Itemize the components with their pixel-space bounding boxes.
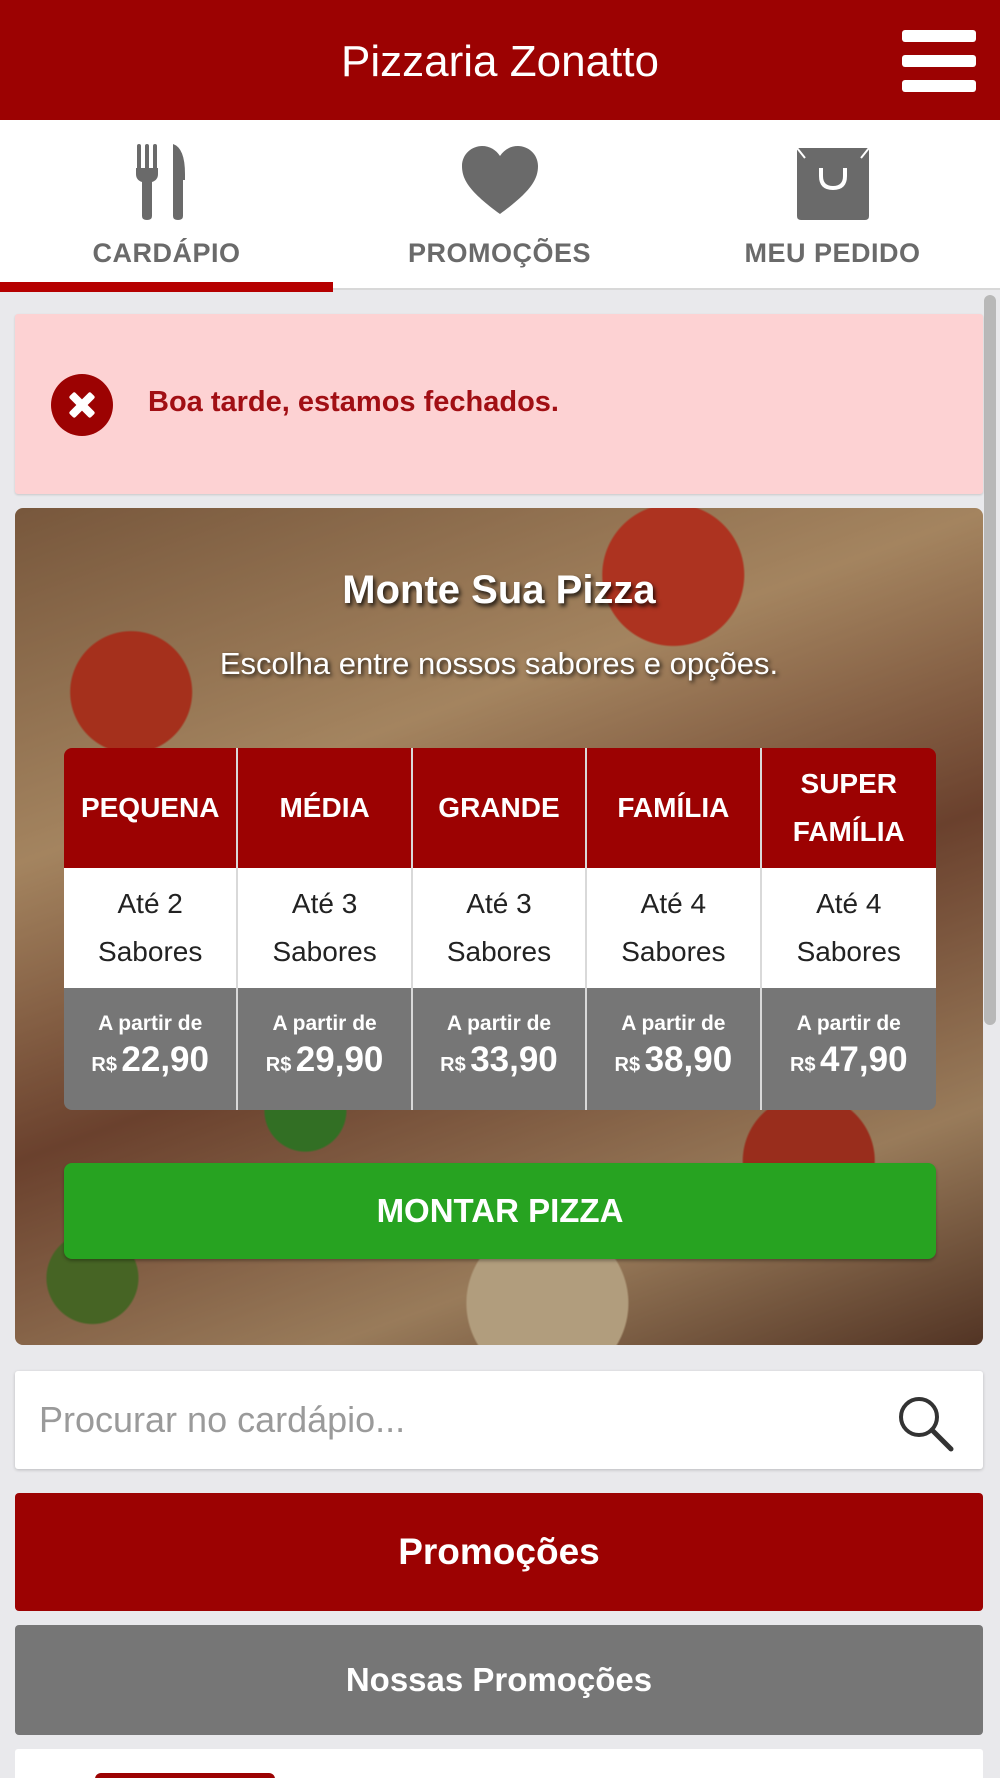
size-price: A partir de R$ 22,90 xyxy=(64,988,237,1110)
price-from-label: A partir de xyxy=(446,1012,552,1035)
builder-subtitle: Escolha entre nossos sabores e opções. xyxy=(219,646,779,681)
price-value: 22,90 xyxy=(121,1040,209,1079)
tab-label: MEU PEDIDO xyxy=(744,238,921,268)
currency: R$ xyxy=(265,1054,292,1076)
promocoes-section-header[interactable]: Promoções xyxy=(15,1493,983,1611)
price-value: 38,90 xyxy=(644,1040,733,1079)
size-option-super-familia[interactable]: SUPER FAMÍLIA Até 4 Sabores A partir de … xyxy=(761,748,936,1110)
size-flavors: Até 4 Sabores xyxy=(587,868,760,988)
price-value: 29,90 xyxy=(295,1040,384,1079)
nossas-promocoes-header[interactable]: Nossas Promoções xyxy=(15,1625,983,1735)
size-name: MÉDIA xyxy=(238,748,411,868)
menu-search xyxy=(15,1371,983,1469)
size-option-familia[interactable]: FAMÍLIA Até 4 Sabores A partir de R$ 38,… xyxy=(587,748,762,1110)
alert-message: Boa tarde, estamos fechados. xyxy=(148,386,559,418)
size-name: PEQUENA xyxy=(64,748,237,868)
promo-item-card[interactable] xyxy=(15,1749,983,1778)
size-price: A partir de R$ 33,90 xyxy=(412,988,586,1110)
montar-pizza-button[interactable]: MONTAR PIZZA xyxy=(64,1163,936,1259)
currency: R$ xyxy=(440,1054,466,1076)
size-flavors: Até 2 Sabores xyxy=(64,868,237,988)
currency: R$ xyxy=(789,1054,816,1076)
size-name: SUPER FAMÍLIA xyxy=(761,748,936,868)
size-option-pequena[interactable]: PEQUENA Até 2 Sabores A partir de R$ 22,… xyxy=(64,748,239,1110)
tab-cardapio[interactable]: CARDÁPIO xyxy=(0,120,333,292)
pizza-builder-card: Monte Sua Pizza Escolha entre nossos sab… xyxy=(15,508,983,1345)
size-name: GRANDE xyxy=(412,748,586,868)
shopping-bag-icon xyxy=(795,147,870,220)
size-table: PEQUENA Até 2 Sabores A partir de R$ 22,… xyxy=(64,748,936,1110)
closed-alert: Boa tarde, estamos fechados. xyxy=(15,314,983,494)
tab-bar: CARDÁPIO PROMOÇÕES MEU PEDIDO xyxy=(0,120,1000,292)
price-value: 33,90 xyxy=(470,1040,558,1079)
currency: R$ xyxy=(91,1054,117,1076)
tab-label: CARDÁPIO xyxy=(92,238,241,268)
scrollbar[interactable] xyxy=(984,295,996,1025)
currency: R$ xyxy=(614,1054,641,1076)
size-flavors: Até 4 Sabores xyxy=(761,868,936,988)
app-header: Pizzaria Zonatto xyxy=(0,0,1000,120)
size-flavors: Até 3 Sabores xyxy=(238,868,411,988)
price-from-label: A partir de xyxy=(272,1012,377,1035)
tab-label: PROMOÇÕES xyxy=(407,238,592,268)
size-option-media[interactable]: MÉDIA Até 3 Sabores A partir de R$ 29,90 xyxy=(238,748,413,1110)
price-from-label: A partir de xyxy=(621,1012,726,1035)
hamburger-menu-icon[interactable] xyxy=(902,30,976,92)
search-icon[interactable] xyxy=(895,1393,955,1453)
promo-item-thumbnail xyxy=(95,1773,275,1778)
builder-title: Monte Sua Pizza xyxy=(342,568,656,612)
price-value: 47,90 xyxy=(819,1040,908,1079)
size-price: A partir de R$ 47,90 xyxy=(761,988,936,1110)
app-title: Pizzaria Zonatto xyxy=(341,37,659,86)
size-name: FAMÍLIA xyxy=(587,748,760,868)
price-from-label: A partir de xyxy=(796,1012,901,1035)
close-circle-icon xyxy=(51,374,113,436)
price-from-label: A partir de xyxy=(98,1012,203,1035)
tab-promocoes[interactable]: PROMOÇÕES xyxy=(333,120,666,290)
tab-meu-pedido[interactable]: MEU PEDIDO xyxy=(666,120,999,290)
fork-knife-icon xyxy=(135,144,185,220)
size-price: A partir de R$ 38,90 xyxy=(587,988,760,1110)
size-flavors: Até 3 Sabores xyxy=(412,868,586,988)
size-option-grande[interactable]: GRANDE Até 3 Sabores A partir de R$ 33,9… xyxy=(412,748,588,1110)
heart-icon xyxy=(461,146,538,214)
search-input[interactable] xyxy=(39,1371,879,1469)
size-price: A partir de R$ 29,90 xyxy=(238,988,411,1110)
